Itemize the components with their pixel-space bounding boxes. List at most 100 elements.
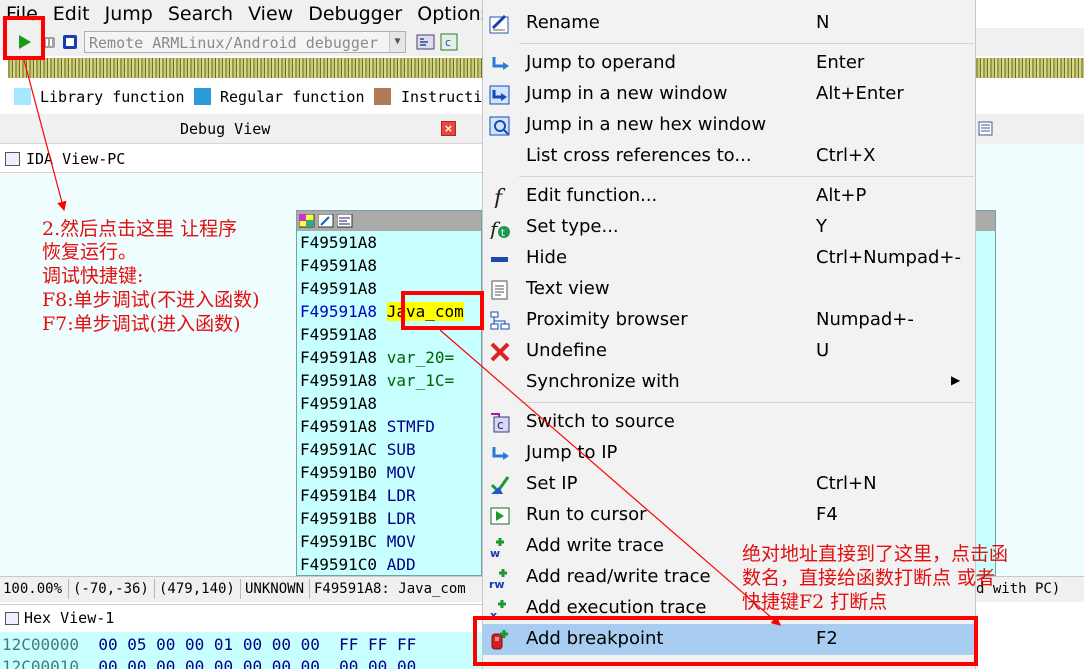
legend-swatch-library [14, 88, 31, 105]
hex-row-bytes: 00 00 00 00 00 00 00 00 00 00 00 [98, 657, 417, 669]
menu-item-label: Set type... [526, 216, 619, 237]
disasm-line[interactable]: F49591A8 var_20= [300, 348, 454, 367]
graph-icon[interactable] [337, 214, 353, 228]
legend-instruction-label: Instructi [401, 88, 482, 106]
menu-item-rename[interactable]: Rename N [483, 8, 975, 39]
menu-item-synchronize-with[interactable]: Synchronize with ▶ [483, 367, 975, 398]
menu-item-jump-in-a-new-hex-window[interactable]: Jump in a new hex window [483, 110, 975, 141]
disasm-line[interactable]: F49591B4 LDR [300, 486, 416, 505]
menu-item-set-type[interactable]: f t Set type... Y [483, 212, 975, 243]
menu-item-jump-in-a-new-window[interactable]: Jump in a new window Alt+Enter [483, 79, 975, 110]
hex-view-tab[interactable]: Hex View-1 [0, 604, 482, 631]
menu-item-switch-to-source[interactable]: c Switch to source [483, 407, 975, 438]
continue-process-button[interactable] [14, 32, 34, 52]
jump-ip-icon [489, 443, 511, 465]
legend-swatch-regular [194, 88, 211, 105]
rename-icon [489, 13, 511, 35]
text-view-icon [489, 279, 511, 301]
function-legend: Library function Regular function Instru… [0, 84, 482, 110]
disasm-address: F49591A8 [300, 256, 378, 275]
disasm-line[interactable]: F49591BC MOV [300, 532, 416, 551]
menu-item-shortcut: Enter [816, 52, 865, 73]
disasm-line[interactable]: F49591C0 ADD [300, 555, 416, 574]
menu-debugger[interactable]: Debugger [300, 3, 409, 25]
menu-item-label: Switch to source [526, 411, 675, 432]
menu-item-hide[interactable]: Hide Ctrl+Numpad+- [483, 243, 975, 274]
menu-item-jump-to-operand[interactable]: Jump to operand Enter [483, 48, 975, 79]
instruction-mnemonic[interactable]: LDR [387, 486, 416, 505]
menu-item-jump-to-ip[interactable]: Jump to IP [483, 438, 975, 469]
debugger-options-button[interactable] [416, 32, 436, 52]
close-icon[interactable]: × [441, 121, 456, 136]
menu-item-proximity-browser[interactable]: Proximity browser Numpad+- [483, 305, 975, 336]
instruction-mnemonic[interactable]: SUB [387, 440, 416, 459]
disasm-address: F49591A8 [300, 279, 378, 298]
rw-trace-icon: rw [489, 567, 511, 591]
menu-item-edit-function[interactable]: f Edit function... Alt+P [483, 181, 975, 212]
menu-jump[interactable]: Jump [97, 3, 160, 25]
instruction-mnemonic[interactable]: ADD [387, 555, 416, 574]
instruction-mnemonic[interactable]: MOV [387, 532, 416, 551]
chevron-down-icon[interactable]: ▼ [389, 32, 405, 52]
color-icon[interactable] [299, 214, 315, 228]
stop-button[interactable] [61, 32, 81, 52]
disasm-address: F49591B8 [300, 509, 378, 528]
attach-process-button[interactable]: c [440, 32, 460, 52]
pause-button[interactable] [40, 32, 60, 52]
menu-file[interactable]: File [0, 3, 45, 25]
navigation-band-right[interactable] [976, 58, 1084, 78]
disasm-line[interactable]: F49591A8 var_1C= [300, 371, 454, 390]
disasm-line[interactable]: F49591A8 [300, 325, 377, 344]
menu-item-text-view[interactable]: Text view [483, 274, 975, 305]
menu-item-run-to-cursor[interactable]: Run to cursor F4 [483, 500, 975, 531]
navigation-band[interactable] [8, 58, 482, 78]
menu-item-add-breakpoint[interactable]: Add breakpoint F2 [483, 624, 975, 655]
function-name[interactable]: Java_com [386, 302, 464, 321]
disasm-line[interactable]: F49591A8 [300, 256, 377, 275]
stack-variable[interactable]: var_20= [387, 348, 454, 367]
disasm-line[interactable]: F49591B0 MOV [300, 463, 416, 482]
menu-separator [519, 176, 974, 177]
menu-view[interactable]: View [240, 3, 300, 25]
menu-search[interactable]: Search [160, 3, 240, 25]
menu-item-shortcut: Numpad+- [816, 309, 914, 330]
menu-item-label: Jump to operand [526, 52, 676, 73]
hex-view-content[interactable]: 12C00000 00 05 00 00 01 00 00 00 FF FF F… [0, 632, 482, 669]
instruction-mnemonic[interactable]: MOV [387, 463, 416, 482]
menu-separator [519, 43, 974, 44]
menu-item-label: Edit function... [526, 185, 658, 206]
breakpoint-icon [489, 629, 511, 651]
disasm-line[interactable]: F49591A8 [300, 279, 377, 298]
disasm-line[interactable]: F49591A8 [300, 394, 377, 413]
menu-item-add-execution-trace[interactable]: x Add execution trace [483, 593, 975, 624]
edit-icon[interactable] [318, 214, 334, 228]
menu-item-undefine[interactable]: Undefine U [483, 336, 975, 367]
menu-item-label: Jump in a new hex window [526, 114, 767, 135]
disasm-line[interactable]: F49591AC SUB [300, 440, 416, 459]
instruction-mnemonic[interactable]: LDR [387, 509, 416, 528]
hex-view-title: Hex View-1 [24, 609, 115, 627]
disasm-line[interactable]: F49591A8 Java_com [300, 302, 464, 321]
menu-item-label: List cross references to... [526, 145, 752, 166]
disassembly-window[interactable]: F49591A8 F49591A8 F49591A8 F49591A8 Java_co… [296, 210, 482, 576]
menu-item-list-cross-references-to[interactable]: List cross references to... Ctrl+X [483, 141, 975, 172]
disassembly-header [297, 211, 481, 231]
disasm-line[interactable]: F49591B8 LDR [300, 509, 416, 528]
menu-item-shortcut: Ctrl+N [816, 473, 877, 494]
debugger-select[interactable]: Remote ARMLinux/Android debugger ▼ [84, 31, 406, 53]
disasm-line[interactable]: F49591A8 [300, 233, 377, 252]
function-icon: f [489, 186, 511, 211]
instruction-mnemonic[interactable]: STMFD [387, 417, 435, 436]
list-view-icon[interactable] [978, 121, 994, 137]
run-to-cursor-icon [489, 505, 511, 527]
stack-variable[interactable]: var_1C= [387, 371, 454, 390]
svg-text:f: f [492, 186, 506, 208]
debug-options-icon [416, 34, 435, 50]
stop-icon [63, 35, 77, 49]
disasm-address: F49591BC [300, 532, 378, 551]
menu-edit[interactable]: Edit [45, 3, 97, 25]
disasm-line[interactable]: F49591A8 STMFD [300, 417, 435, 436]
menu-item-set-ip[interactable]: Set IP Ctrl+N [483, 469, 975, 500]
annotation-right-line-2: 数名，直接给函数打断点 或者 [742, 567, 996, 589]
ida-view-tab[interactable]: IDA View-PC [0, 147, 482, 173]
